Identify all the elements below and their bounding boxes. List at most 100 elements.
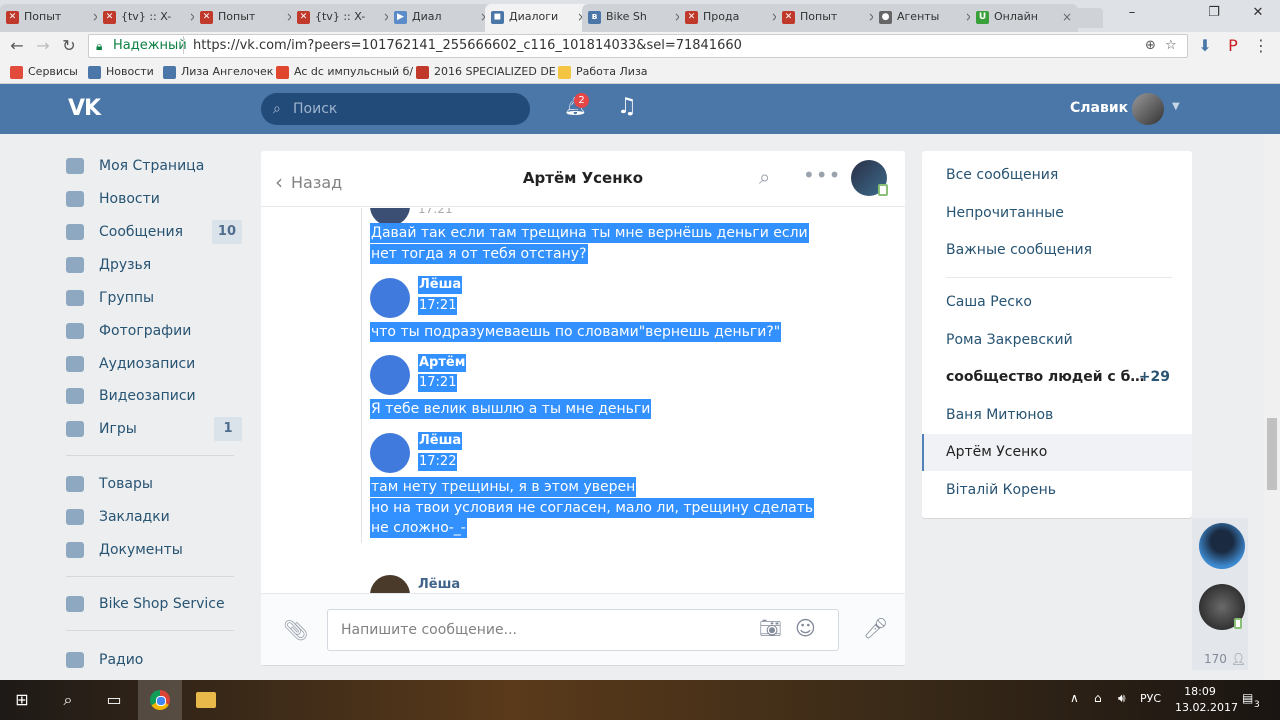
bookmark-item[interactable]: Новости — [88, 64, 154, 80]
notifications-icon[interactable]: ▤ — [1242, 691, 1253, 705]
smile-icon[interactable]: ☺ — [795, 616, 816, 640]
folder-icon[interactable] — [196, 692, 216, 708]
filter-important[interactable]: Важные сообщения — [922, 232, 1192, 269]
browser-tab[interactable]: ✕ Попыт × — [776, 4, 884, 32]
browser-tab[interactable]: в Bike Sh × — [582, 4, 690, 32]
chat-item[interactable]: Ваня Митюнов — [922, 397, 1192, 434]
music-icon[interactable]: ♫ — [617, 94, 637, 119]
search-input[interactable]: ⌕ Поиск — [261, 93, 530, 125]
user-name[interactable]: Славик — [1070, 100, 1128, 116]
avatar[interactable] — [1199, 523, 1245, 569]
chat-item[interactable]: Рома Закревский — [922, 322, 1192, 359]
restore-icon[interactable]: ❐ — [1196, 2, 1232, 24]
message-author[interactable]: Лёша — [418, 276, 463, 294]
message-author[interactable]: Лёша — [418, 432, 463, 450]
bookmark-item[interactable]: Работа Лиза — [558, 64, 648, 80]
music-icon — [66, 356, 84, 372]
bookmark-item[interactable]: Сервисы — [10, 64, 78, 80]
browser-tab[interactable]: ✕ {tv} :: X- × — [97, 4, 205, 32]
avatar[interactable] — [1132, 93, 1164, 125]
tab-close-icon[interactable]: × — [1062, 4, 1072, 30]
chevron-down-icon[interactable]: ▼ — [1172, 101, 1180, 112]
browser-tab[interactable]: ✕ Попыт × — [0, 4, 108, 32]
bookmark-item[interactable]: 2016 SPECIALIZED DE — [416, 64, 556, 80]
download-icon[interactable]: ⬇ — [1194, 36, 1216, 56]
camera-icon[interactable]: 📷︎ — [759, 618, 782, 639]
menu-item-my-page[interactable]: Моя Страница — [60, 151, 242, 181]
network-icon[interactable]: ⌂ — [1094, 691, 1102, 705]
volume-icon[interactable]: 🔊︎ — [1118, 691, 1126, 706]
zoom-icon[interactable]: ⊕ — [1145, 35, 1156, 57]
menu-item-documents[interactable]: Документы — [60, 535, 242, 565]
menu-item-bookmarks[interactable]: Закладки — [60, 502, 242, 532]
message-author[interactable]: Артём — [418, 354, 467, 372]
browser-tab[interactable]: ▶ Диал × — [388, 4, 496, 32]
more-icon[interactable]: ••• — [803, 163, 841, 187]
browser-tab[interactable]: ● Агенты × — [873, 4, 981, 32]
message-author[interactable]: Лёша — [418, 577, 460, 592]
filter-unread[interactable]: Непрочитанные — [922, 195, 1192, 232]
search-icon[interactable]: ⌕ — [759, 165, 770, 189]
vk-logo[interactable]: VK — [68, 96, 101, 121]
chevron-up-icon[interactable]: ∧ — [1070, 691, 1079, 705]
scrollbar[interactable] — [1264, 134, 1280, 680]
browser-tab[interactable]: ✕ Прода × — [679, 4, 787, 32]
scrollbar-thumb[interactable] — [1267, 418, 1277, 490]
menu-item-label: Сообщения — [99, 224, 184, 240]
menu-item-messages[interactable]: Сообщения 10 — [60, 217, 242, 247]
browser-tab[interactable]: ✕ Попыт × — [194, 4, 302, 32]
bookmark-item[interactable]: Ac dc импульсный б/ — [276, 64, 413, 80]
url-field[interactable]: 🔒︎ Надежный https://vk.com/im?peers=1017… — [88, 34, 1188, 58]
pinterest-icon[interactable]: P — [1222, 36, 1244, 56]
search-icon[interactable]: ⌕ — [56, 688, 80, 712]
notification-count: 3 — [1254, 700, 1260, 710]
menu-item-label: Игры — [99, 421, 137, 437]
avatar[interactable] — [370, 278, 410, 318]
language-indicator[interactable]: РУС — [1140, 692, 1161, 705]
microphone-icon[interactable]: 🎤︎ — [863, 616, 888, 640]
filter-all-messages[interactable]: Все сообщения — [922, 157, 1192, 194]
menu-item-label: Документы — [99, 542, 183, 558]
browser-tab[interactable]: ✕ {tv} :: X- × — [291, 4, 399, 32]
chat-item[interactable]: сообщество людей с б… +29 — [922, 359, 1192, 396]
new-tab-button[interactable] — [1075, 8, 1103, 28]
menu-item-bike-shop[interactable]: Bike Shop Service — [60, 589, 242, 619]
clock[interactable]: 18:09 13.02.2017 — [1175, 684, 1238, 716]
reload-icon[interactable]: ↻ — [58, 36, 80, 56]
menu-item-video[interactable]: Видеозаписи — [60, 381, 242, 411]
online-friends-count[interactable]: 170 👤︎ — [1204, 652, 1246, 666]
forward-arrow-icon[interactable]: → — [32, 36, 54, 56]
menu-item-photos[interactable]: Фотографии — [60, 316, 242, 346]
task-view-icon[interactable]: ▭ — [102, 688, 126, 712]
bookmark-label: Ac dc импульсный б/ — [294, 65, 414, 78]
minimize-icon[interactable]: – — [1114, 2, 1150, 24]
message-history[interactable]: 17:21 Давай так если там трещина ты мне … — [261, 208, 905, 593]
chat-item-active[interactable]: Артём Усенко — [922, 434, 1192, 471]
browser-tab-active[interactable]: ◼ Диалоги × — [485, 4, 593, 32]
menu-item-news[interactable]: Новости — [60, 184, 242, 214]
menu-item-radio[interactable]: Радио — [60, 645, 242, 675]
vk-icon — [163, 66, 176, 79]
paperclip-icon[interactable]: 📎︎ — [283, 618, 308, 642]
bookmarks-bar: Сервисы Новости Лиза Ангелочек Ac dc имп… — [0, 60, 1280, 84]
bookmark-item[interactable]: Лиза Ангелочек — [163, 64, 273, 80]
windows-start-icon[interactable]: ⊞ — [10, 688, 34, 712]
avatar[interactable] — [370, 575, 410, 593]
avatar[interactable] — [370, 355, 410, 395]
chrome-taskbar-button[interactable] — [138, 680, 182, 720]
bookmark-star-icon[interactable]: ☆ — [1165, 35, 1177, 57]
menu-item-groups[interactable]: Группы — [60, 283, 242, 313]
menu-item-games[interactable]: Игры 1 — [60, 414, 242, 444]
avatar[interactable] — [370, 433, 410, 473]
chat-item[interactable]: Саша Реско — [922, 284, 1192, 321]
back-arrow-icon[interactable]: ← — [6, 36, 28, 56]
chat-item[interactable]: Віталій Корень — [922, 472, 1192, 509]
browser-tab[interactable]: U Онлайн × — [970, 4, 1078, 32]
menu-icon[interactable]: ⋮ — [1250, 36, 1272, 56]
x-site-icon: ✕ — [782, 11, 795, 24]
menu-item-goods[interactable]: Товары — [60, 469, 242, 499]
menu-item-audio[interactable]: Аудиозаписи — [60, 349, 242, 379]
chat-item-label: Саша Реско — [946, 294, 1032, 310]
close-window-icon[interactable]: ✕ — [1240, 2, 1276, 24]
menu-item-friends[interactable]: Друзья — [60, 250, 242, 280]
